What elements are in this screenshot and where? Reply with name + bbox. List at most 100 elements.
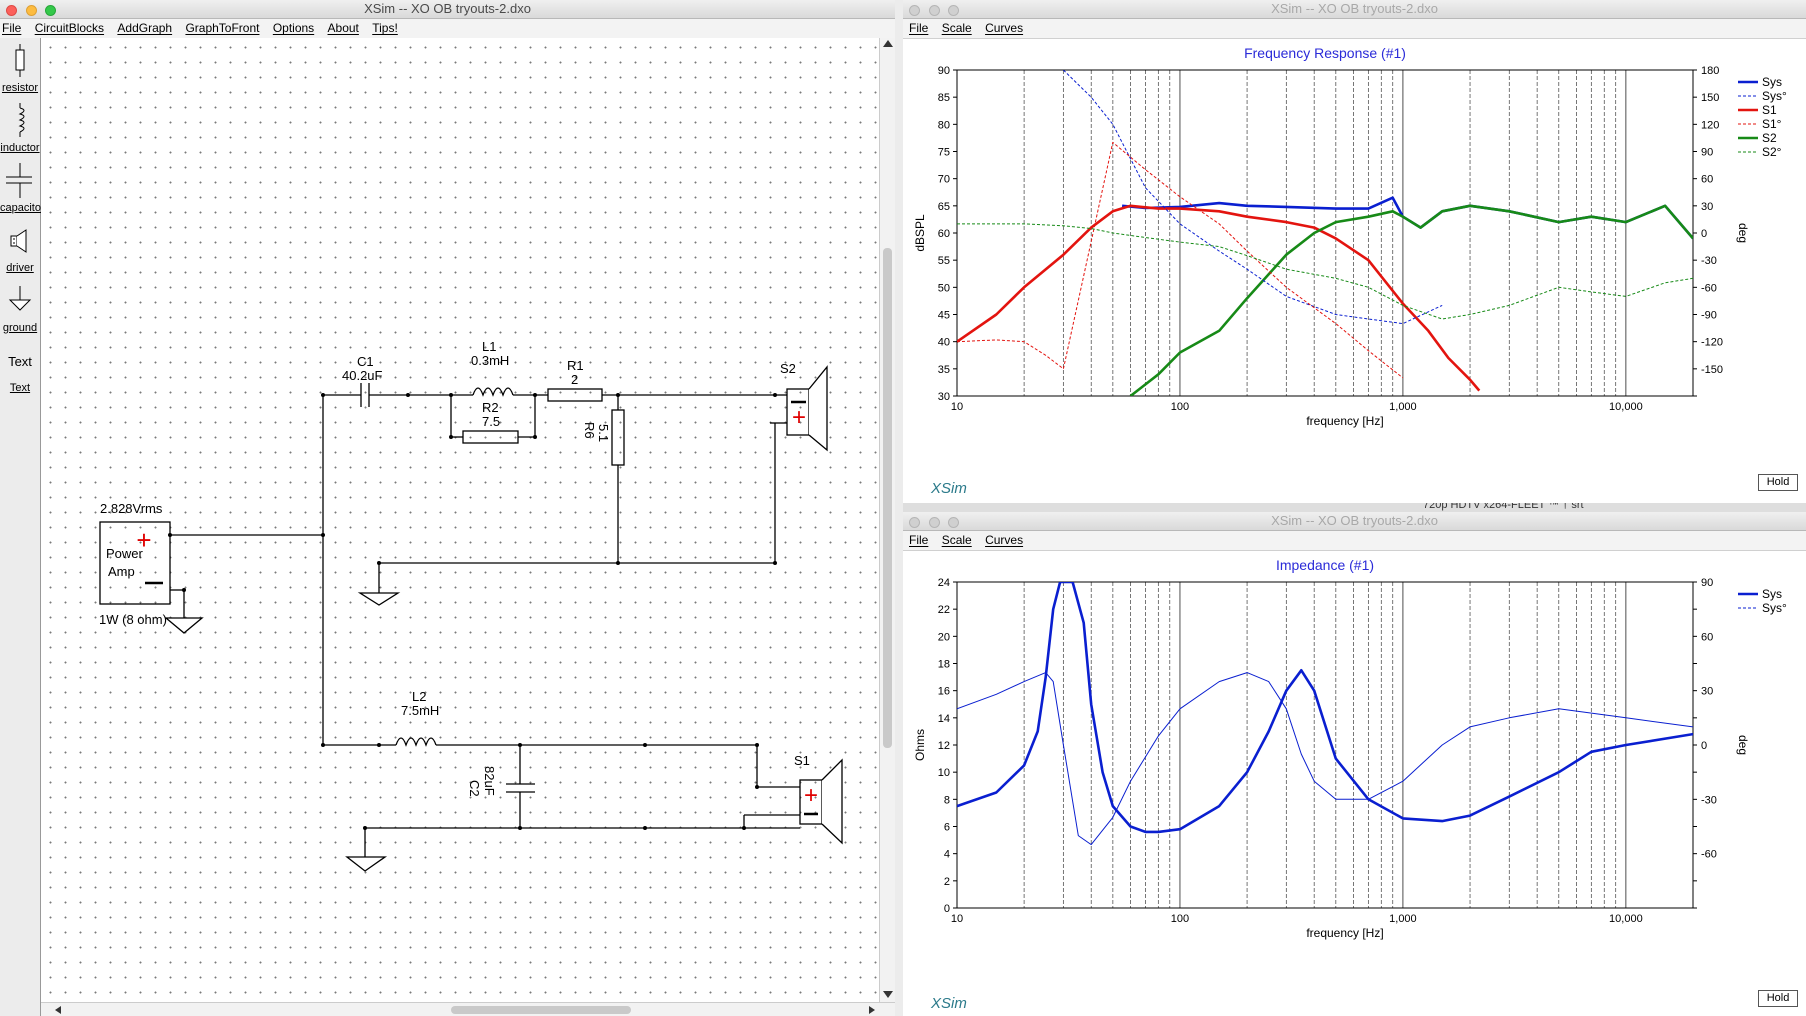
x-axis-label: frequency [Hz]: [1306, 414, 1383, 428]
y2-tick-label: -30: [1701, 255, 1717, 267]
scroll-down-icon[interactable]: [883, 991, 893, 998]
capacitor-icon: [6, 163, 32, 198]
menu-options[interactable]: Options: [273, 21, 314, 35]
x-tick-label: 10,000: [1609, 913, 1643, 925]
palette-capacitor[interactable]: capacitor: [0, 162, 45, 218]
l2-value: 7.5mH: [401, 703, 439, 718]
menu-circuitblocks[interactable]: CircuitBlocks: [35, 21, 104, 35]
series-s2-phase: [957, 223, 1693, 320]
x-tick-label: 10: [951, 401, 963, 413]
zoom-icon[interactable]: [948, 517, 960, 528]
legend-label: S1: [1762, 103, 1777, 117]
y-tick-label: 0: [944, 903, 950, 915]
menu-tips[interactable]: Tips!: [372, 21, 398, 35]
y-axis-label: dBSPL: [913, 214, 927, 252]
window-title: XSim -- XO OB tryouts-2.dxo: [1271, 1, 1438, 16]
amp-voltage-label: 2.828Vrms: [100, 501, 163, 516]
y-axis-label: Ohms: [913, 729, 927, 761]
horizontal-scroll-thumb[interactable]: [451, 1006, 631, 1014]
palette-text[interactable]: Text Text: [0, 342, 40, 398]
freq-window-titlebar[interactable]: XSim -- XO OB tryouts-2.dxo: [903, 0, 1806, 19]
y-tick-label: 12: [938, 740, 950, 752]
zoom-icon[interactable]: [948, 5, 960, 16]
legend-label: S1°: [1762, 117, 1782, 131]
y-tick-label: 35: [938, 364, 950, 376]
x-tick-label: 1,000: [1389, 913, 1417, 925]
amp-name-line1: Power: [106, 546, 144, 561]
y-tick-label: 40: [938, 337, 950, 349]
series-s1: [957, 204, 1481, 392]
y-tick-label: 60: [938, 228, 950, 240]
menu-file[interactable]: File: [2, 21, 21, 35]
scroll-up-icon[interactable]: [883, 40, 893, 47]
y2-tick-label: 0: [1701, 228, 1707, 240]
palette-ground[interactable]: ground: [0, 282, 40, 338]
minimize-icon[interactable]: [928, 517, 940, 528]
minimize-icon[interactable]: [25, 5, 37, 16]
freq-menubar: File Scale Curves: [903, 19, 1806, 39]
y-tick-label: 18: [938, 659, 950, 671]
menu-scale[interactable]: Scale: [942, 21, 972, 35]
menu-graphtofront[interactable]: GraphToFront: [185, 21, 259, 35]
impedance-window: XSim -- XO OB tryouts-2.dxo File Scale C…: [903, 512, 1806, 1016]
schematic-vertical-scrollbar[interactable]: [879, 38, 895, 1002]
menu-curves[interactable]: Curves: [985, 533, 1023, 547]
imp-window-titlebar[interactable]: XSim -- XO OB tryouts-2.dxo: [903, 512, 1806, 531]
y-tick-label: 80: [938, 119, 950, 131]
y2-tick-label: 150: [1701, 92, 1719, 104]
legend-label: Sys: [1762, 587, 1782, 601]
y-tick-label: 16: [938, 686, 950, 698]
amp-name-line2: Amp: [108, 564, 135, 579]
xsim-logo: XSim: [931, 480, 967, 497]
hold-button[interactable]: Hold: [1758, 990, 1798, 1007]
y2-tick-label: 90: [1701, 577, 1713, 589]
chart-title: Impedance (#1): [1276, 557, 1374, 573]
y-tick-label: 50: [938, 282, 950, 294]
schematic-horizontal-scrollbar[interactable]: [41, 1002, 895, 1016]
palette-resistor[interactable]: resistor: [0, 42, 40, 98]
close-icon[interactable]: [909, 5, 920, 16]
hold-button[interactable]: Hold: [1758, 474, 1798, 491]
x-tick-label: 10: [951, 913, 963, 925]
c2-name: C2: [467, 780, 482, 797]
window-title: XSim -- XO OB tryouts-2.dxo: [1271, 513, 1438, 528]
scroll-left-icon[interactable]: [55, 1006, 61, 1014]
schematic-window-titlebar[interactable]: XSim -- XO OB tryouts-2.dxo: [0, 0, 895, 19]
c2-value: 82uF: [482, 766, 497, 796]
y-tick-label: 8: [944, 794, 950, 806]
vertical-scroll-thumb[interactable]: [883, 248, 892, 748]
close-icon[interactable]: [6, 5, 17, 16]
y-tick-label: 70: [938, 174, 950, 186]
menu-file[interactable]: File: [909, 21, 928, 35]
zoom-icon[interactable]: [45, 5, 57, 16]
y-tick-label: 30: [938, 391, 950, 403]
menu-addgraph[interactable]: AddGraph: [117, 21, 172, 35]
legend-label: Sys: [1762, 75, 1782, 89]
menu-scale[interactable]: Scale: [942, 533, 972, 547]
window-title: XSim -- XO OB tryouts-2.dxo: [364, 1, 531, 16]
text-icon: Text: [8, 354, 32, 369]
scroll-right-icon[interactable]: [869, 1006, 875, 1014]
palette-label-resistor: resistor: [1, 82, 39, 94]
menu-file[interactable]: File: [909, 533, 928, 547]
schematic-canvas[interactable]: + + + 2.828Vrms Power Amp 1W (8 ohm) C1 …: [41, 38, 883, 1002]
palette-label-text: Text: [9, 382, 31, 394]
s1-name: S1: [794, 753, 810, 768]
series-s2: [1129, 204, 1693, 396]
series-sys-phase: [1063, 70, 1443, 325]
l2-name: L2: [412, 689, 426, 704]
close-icon[interactable]: [909, 517, 920, 528]
palette-label-capacitor: capacitor: [0, 202, 45, 214]
y2-tick-label: -30: [1701, 794, 1717, 806]
menu-curves[interactable]: Curves: [985, 21, 1023, 35]
minimize-icon[interactable]: [928, 5, 940, 16]
schematic-menubar: File CircuitBlocks AddGraph GraphToFront…: [0, 19, 895, 39]
palette-driver[interactable]: driver: [0, 222, 40, 278]
menu-about[interactable]: About: [328, 21, 359, 35]
palette-inductor[interactable]: inductor: [0, 102, 40, 158]
y2-tick-label: 60: [1701, 631, 1713, 643]
y-tick-label: 45: [938, 310, 950, 322]
x-tick-label: 100: [1171, 913, 1189, 925]
component-palette: resistor inductor capacitor driver groun…: [0, 38, 45, 1016]
palette-label-driver: driver: [6, 262, 34, 274]
